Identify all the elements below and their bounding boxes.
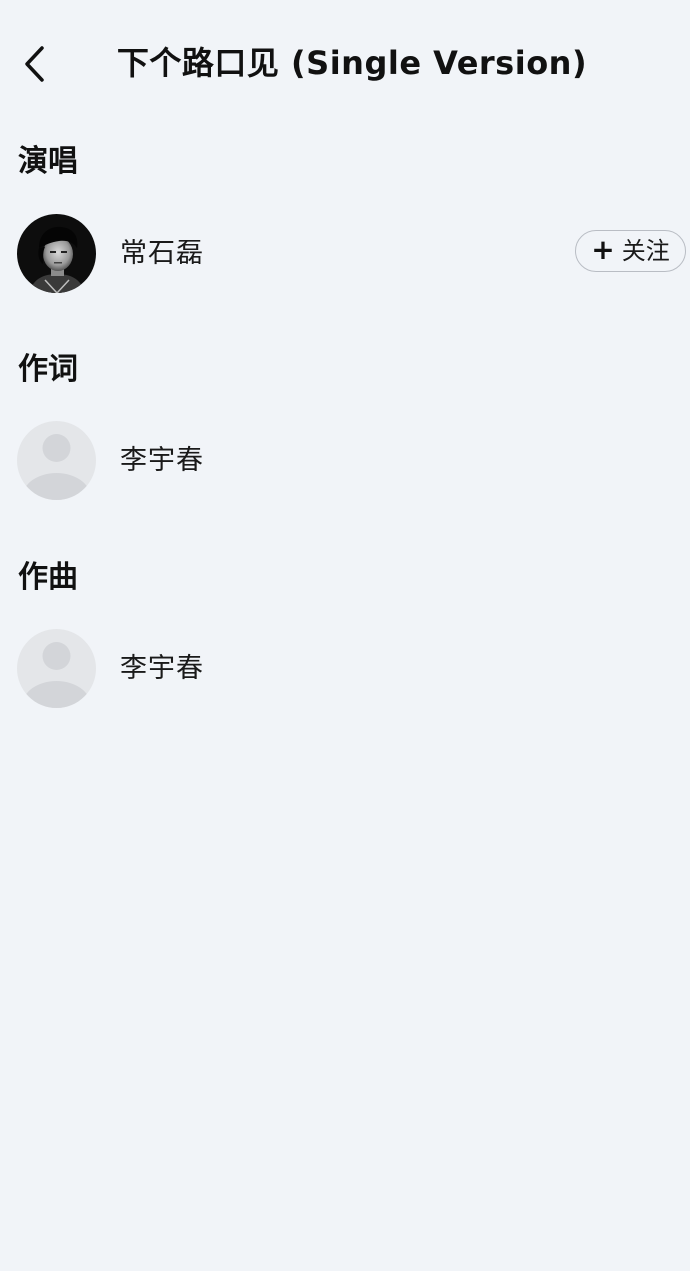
follow-button[interactable]: + 关注: [575, 230, 686, 272]
person-row-lyricist[interactable]: 李宇春: [0, 421, 690, 501]
page-title: 下个路口见 (Single Version): [116, 44, 588, 82]
header: 下个路口见 (Single Version): [0, 0, 690, 125]
person-row-composer[interactable]: 李宇春: [0, 629, 690, 709]
person-name[interactable]: 李宇春: [120, 649, 204, 689]
person-name[interactable]: 李宇春: [120, 441, 204, 481]
follow-label: 关注: [621, 237, 670, 265]
avatar-placeholder[interactable]: [17, 421, 96, 500]
avatar-placeholder[interactable]: [17, 629, 96, 708]
section-title-singer: 演唱: [18, 144, 78, 179]
avatar[interactable]: [17, 214, 96, 293]
plus-icon: +: [591, 233, 615, 266]
section-title-composer: 作曲: [18, 560, 78, 595]
person-name[interactable]: 常石磊: [120, 234, 204, 274]
section-title-lyricist: 作词: [18, 352, 78, 387]
person-row-singer[interactable]: 常石磊 + 关注: [0, 214, 690, 294]
